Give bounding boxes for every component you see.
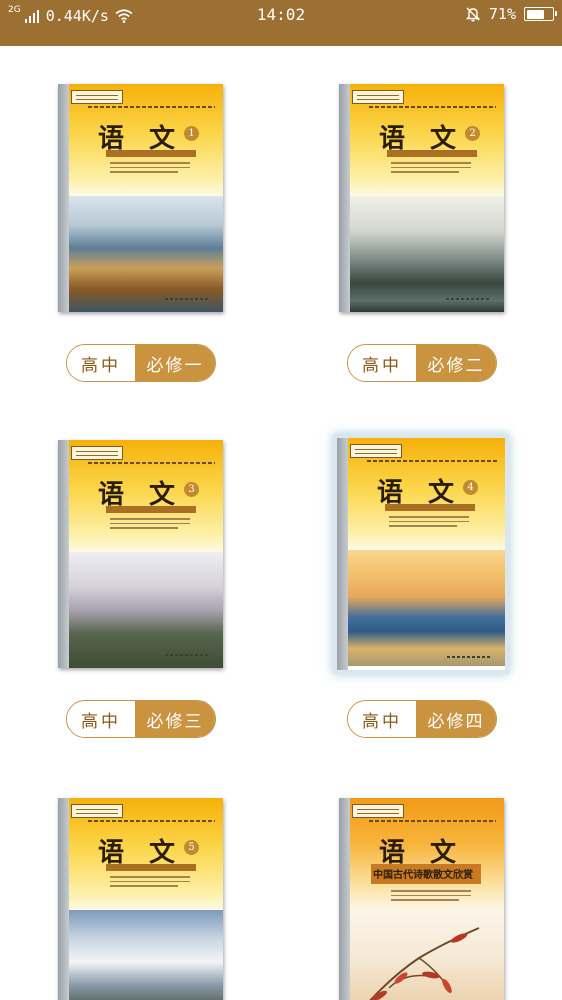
cover-text-lines xyxy=(110,876,190,890)
cover-badge xyxy=(352,90,404,104)
cover-spine xyxy=(339,798,350,1000)
book-button-1[interactable]: 高中 必修一 xyxy=(66,344,216,382)
cover-badge xyxy=(71,804,123,818)
book-button-2[interactable]: 高中 必修二 xyxy=(347,344,497,382)
cover-image: 语 文 3 xyxy=(58,440,223,668)
cover-image: 语 文 中国古代诗歌散文欣赏 xyxy=(339,798,504,1000)
book-cover-3[interactable]: 语 文 3 xyxy=(58,440,223,668)
cover-volume-number: 4 xyxy=(463,480,478,495)
battery-level-fill xyxy=(526,9,545,19)
cover-volume-number: 1 xyxy=(184,126,199,141)
book-card-4: 语 文 4 高中 必修四 xyxy=(281,402,562,758)
book-card-1: 语 文 1 高中 必修一 xyxy=(0,46,281,402)
cover-volume-number: 2 xyxy=(465,126,480,141)
book-cover-1[interactable]: 语 文 1 xyxy=(58,84,223,312)
cover-image: 语 文 2 xyxy=(339,84,504,312)
book-cover-2[interactable]: 语 文 2 xyxy=(339,84,504,312)
battery-icon xyxy=(524,7,557,21)
cover-text-lines xyxy=(110,518,190,532)
book-button-4[interactable]: 高中 必修四 xyxy=(347,700,497,738)
cover-text-lines xyxy=(391,890,471,904)
cover-text-lines xyxy=(389,516,469,530)
book-card-6: 语 文 中国古代诗歌散文欣赏 xyxy=(281,758,562,1000)
cover-series-line xyxy=(88,462,215,464)
cover-scene-bamboo-painting xyxy=(339,910,504,1000)
battery-percent: 71% xyxy=(488,5,516,23)
cover-series-line xyxy=(367,460,497,462)
cover-spine xyxy=(58,84,69,312)
book-card-5: 语 文 5 xyxy=(0,758,281,1000)
status-bar: 2G 0.44K/s 14:02 71% xyxy=(0,0,562,46)
cover-spine xyxy=(58,798,69,1000)
cover-badge xyxy=(71,90,123,104)
cover-bar xyxy=(385,504,475,511)
cover-text-lines xyxy=(110,162,190,176)
cover-volume-number: 3 xyxy=(184,482,199,497)
cover-series-line xyxy=(88,820,215,822)
book-cover-6[interactable]: 语 文 中国古代诗歌散文欣赏 xyxy=(339,798,504,1000)
cover-subtitle: 中国古代诗歌散文欣赏 xyxy=(373,870,473,881)
cover-badge xyxy=(71,446,123,460)
cover-bar xyxy=(106,506,196,513)
bamboo-branch-illustration xyxy=(369,927,480,1000)
book-button-3[interactable]: 高中 必修三 xyxy=(66,700,216,738)
cover-text-lines xyxy=(391,162,471,176)
book-cover-4[interactable]: 语 文 4 xyxy=(337,438,505,670)
level-label: 高中 xyxy=(67,701,135,737)
cover-volume-number: 5 xyxy=(184,840,199,855)
cover-series-line xyxy=(369,820,496,822)
cover-scene-waterfall xyxy=(58,196,223,312)
cover-series-line xyxy=(369,106,496,108)
cover-publisher xyxy=(165,654,209,656)
cover-scene-sunset-sea xyxy=(337,550,505,666)
cover-spine xyxy=(339,84,350,312)
cover-badge xyxy=(352,804,404,818)
cover-badge xyxy=(350,444,402,458)
cover-bar xyxy=(387,150,477,157)
cover-bar xyxy=(106,150,196,157)
volume-label: 必修三 xyxy=(135,701,215,737)
cover-publisher xyxy=(165,298,209,300)
cover-spine xyxy=(58,440,69,668)
cover-scene-gorge xyxy=(339,196,504,312)
status-right-group: 71% xyxy=(465,5,557,23)
volume-label: 必修一 xyxy=(135,345,215,381)
book-card-3: 语 文 3 高中 必修三 xyxy=(0,402,281,758)
cover-publisher xyxy=(446,298,490,300)
cover-publisher xyxy=(447,656,491,658)
cover-spine xyxy=(337,438,348,670)
cover-image: 语 文 4 xyxy=(337,438,505,670)
level-label: 高中 xyxy=(67,345,135,381)
cover-image: 语 文 5 xyxy=(58,798,223,1000)
level-label: 高中 xyxy=(348,701,416,737)
cover-scene-snow-mountain xyxy=(58,910,223,1000)
cover-image: 语 文 1 xyxy=(58,84,223,312)
cover-scene-great-wall xyxy=(58,552,223,668)
mute-icon xyxy=(465,7,481,22)
volume-label: 必修四 xyxy=(416,701,496,737)
level-label: 高中 xyxy=(348,345,416,381)
volume-label: 必修二 xyxy=(416,345,496,381)
cover-series-line xyxy=(88,106,215,108)
book-cover-5[interactable]: 语 文 5 xyxy=(58,798,223,1000)
cover-bar xyxy=(106,864,196,871)
book-card-2: 语 文 2 高中 必修二 xyxy=(281,46,562,402)
book-grid: 语 文 1 高中 必修一 语 文 2 高中 必修二 语 文 3 高中 必修三 语… xyxy=(0,46,562,1000)
